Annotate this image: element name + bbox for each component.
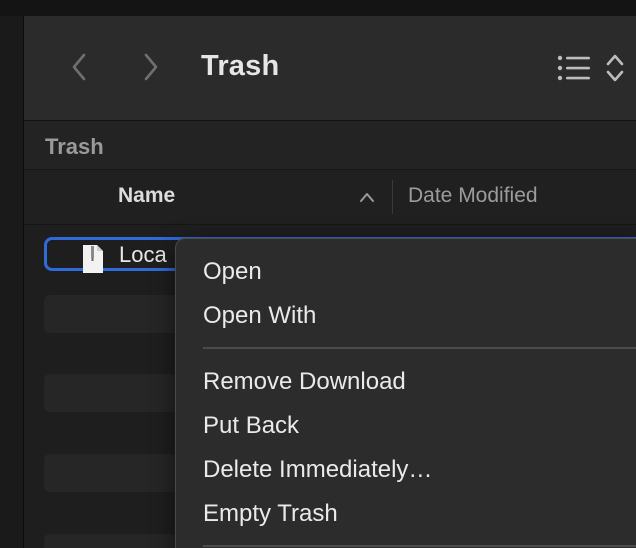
sidebar [0, 16, 24, 548]
menu-item-open-with[interactable]: Open With [203, 296, 316, 336]
menu-bar-edge [0, 0, 636, 17]
column-date-modified-header[interactable]: Date Modified [408, 184, 538, 208]
menu-item-open[interactable]: Open [203, 252, 262, 292]
menu-item-remove-download[interactable]: Remove Download [203, 362, 406, 402]
path-label: Trash [45, 134, 104, 159]
view-options-button[interactable] [605, 52, 625, 84]
menu-item-empty-trash[interactable]: Empty Trash [203, 494, 338, 534]
chevron-up-down-icon [606, 54, 624, 82]
menu-item-put-back[interactable]: Put Back [203, 406, 299, 446]
list-view-button[interactable] [556, 52, 594, 84]
document-icon [83, 245, 103, 273]
file-name: Loca [119, 242, 167, 267]
menu-separator [203, 347, 636, 349]
window-title: Trash [201, 50, 280, 82]
context-menu: Open Open With Remove Download Put Back … [175, 238, 636, 548]
chevron-left-icon [72, 53, 86, 81]
forward-button[interactable] [136, 50, 166, 84]
path-bar: Trash [24, 121, 636, 170]
toolbar: Trash [24, 17, 636, 121]
screen: Trash Trash Name Date Modified Loca Open… [0, 0, 636, 548]
back-button[interactable] [64, 50, 94, 84]
chevron-up-icon[interactable] [358, 190, 376, 204]
column-name-header[interactable]: Name [118, 184, 175, 208]
column-divider[interactable] [392, 180, 393, 214]
menu-separator [203, 545, 636, 547]
column-header: Name Date Modified [24, 170, 636, 225]
menu-item-delete-immediately[interactable]: Delete Immediately… [203, 450, 432, 490]
chevron-right-icon [144, 53, 158, 81]
list-view-icon [557, 55, 590, 81]
